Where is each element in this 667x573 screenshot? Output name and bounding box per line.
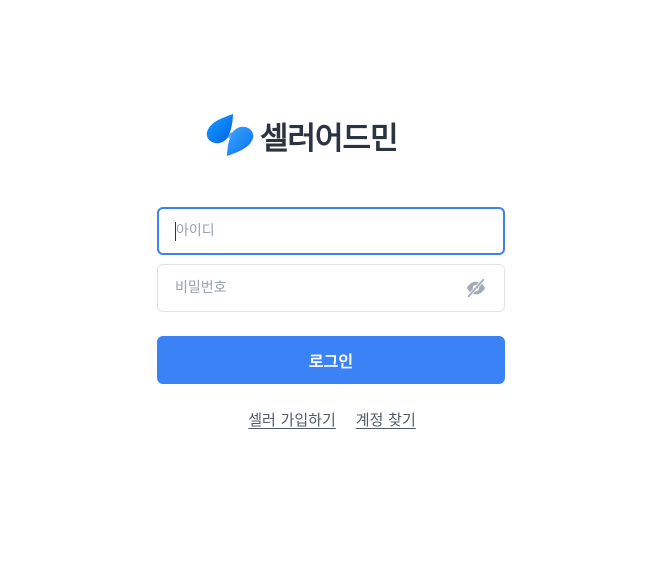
brand-logo-icon [206,114,254,156]
find-account-link[interactable]: 계정 찾기 [356,409,416,430]
signup-link[interactable]: 셀러 가입하기 [248,409,336,430]
login-page: 셀러어드민 로그인 셀러 가입하기 계정 찾기 [0,0,667,573]
id-field[interactable] [157,207,505,255]
login-button[interactable]: 로그인 [157,336,505,384]
eye-off-icon[interactable] [465,277,487,299]
auth-links: 셀러 가입하기 계정 찾기 [0,409,667,430]
password-input[interactable] [175,265,457,311]
password-field[interactable] [157,264,505,312]
brand-name: 셀러어드민 [260,120,399,157]
brand-header: 셀러어드민 [206,112,399,158]
id-input[interactable] [176,209,487,253]
